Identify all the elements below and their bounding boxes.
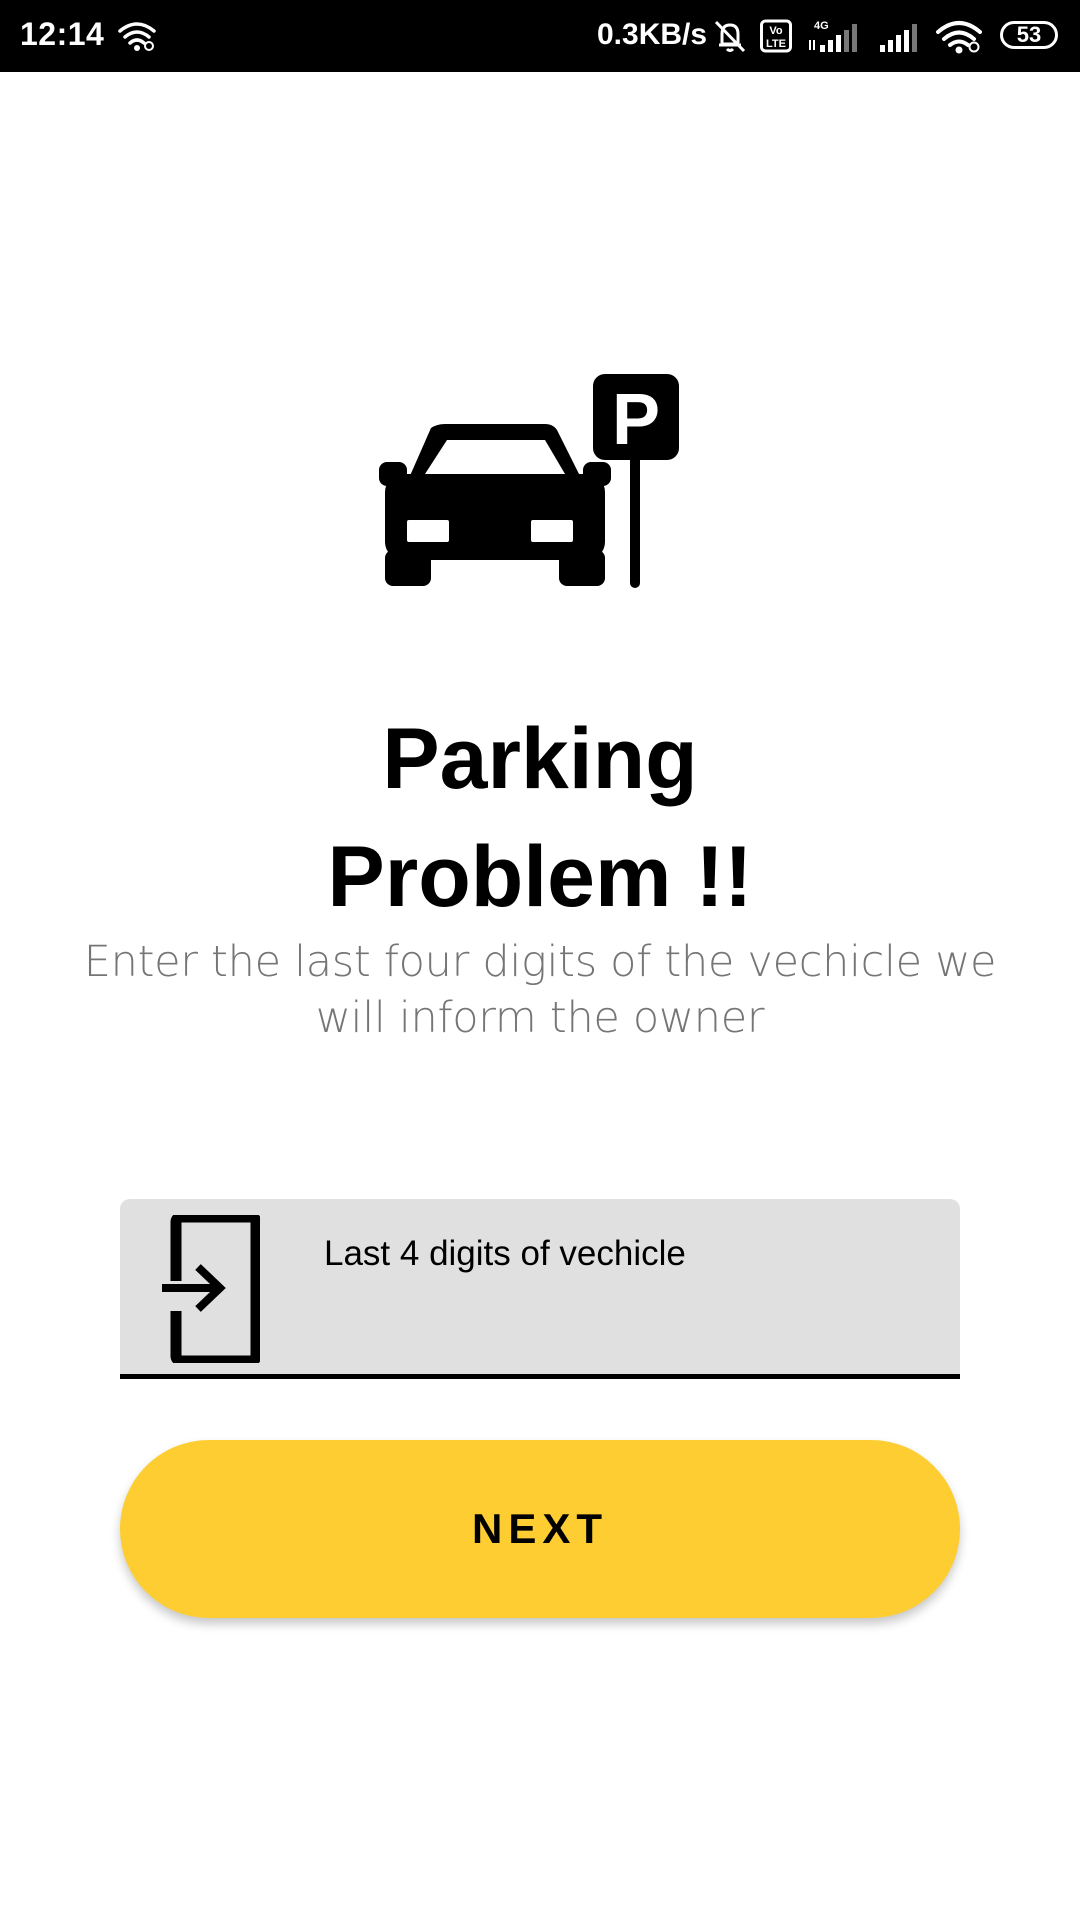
vehicle-digits-input[interactable] [324,1224,924,1284]
battery-icon: 53 [1000,21,1058,49]
title-line-1: Parking [382,711,698,807]
title-line-2: Problem !! [327,829,753,925]
status-bar: 12:14 0.3KB/s Vo LTE 4G 53 [0,0,1080,72]
network-speed: 0.3KB/s [597,18,708,51]
input-underline [120,1374,960,1379]
car-parking-icon: P [379,374,679,588]
page-subtitle: Enter the last four digits of the vechic… [83,937,997,1043]
mute-icon [714,20,746,53]
volte-icon: Vo LTE [760,19,792,53]
wifi-icon [118,22,156,51]
next-button[interactable]: NEXT [120,1440,960,1618]
signal-4g-icon: 4G [809,20,857,52]
wifi-icon [936,21,982,54]
parking-sign-letter: P [612,380,660,460]
svg-text:4G: 4G [814,20,829,32]
page-title: Parking Problem !! [0,700,1080,936]
phone-login-icon [162,1215,260,1363]
next-button-label: NEXT [471,1505,608,1552]
svg-text:LTE: LTE [766,38,786,50]
signal-icon [880,24,917,52]
svg-text:Vo: Vo [769,25,783,37]
status-time: 12:14 [20,16,105,52]
